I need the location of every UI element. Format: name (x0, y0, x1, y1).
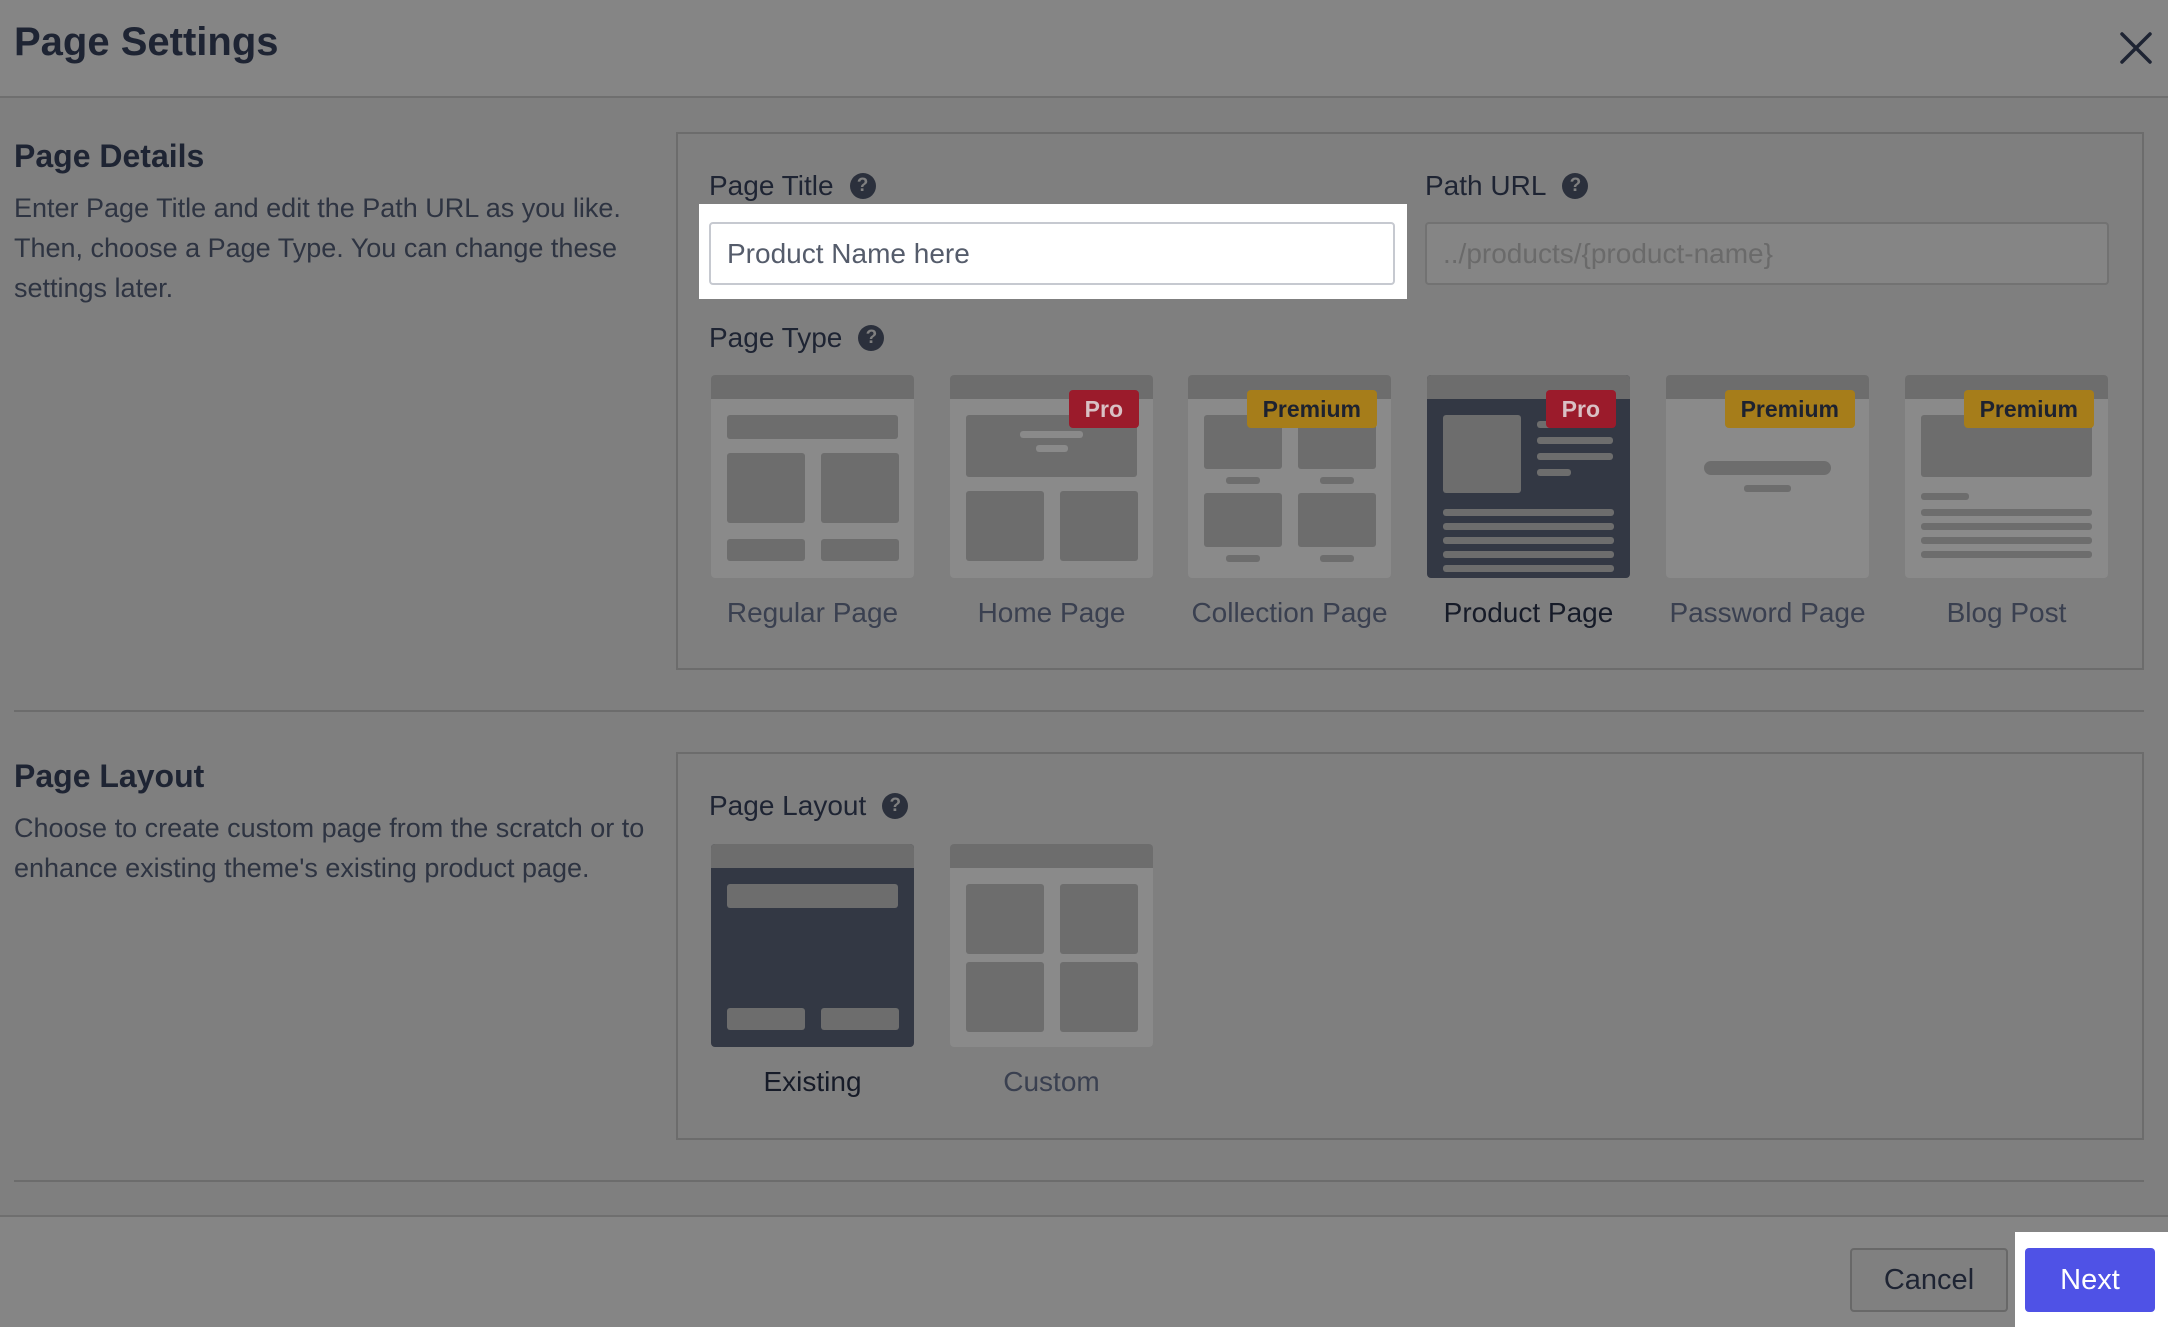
help-icon[interactable]: ? (1562, 173, 1589, 199)
page-type-label-row: Page Type ? (709, 320, 885, 356)
section-divider (14, 1180, 2144, 1182)
page-layout-description: Choose to create custom page from the sc… (14, 813, 645, 883)
page-type-collection[interactable]: Premium Collection Page (1188, 375, 1391, 628)
page-title-label-row: Page Title ? (709, 168, 876, 204)
dialog-title: Page Settings (14, 20, 279, 64)
cancel-button[interactable]: Cancel (1850, 1248, 2008, 1312)
dialog-header (0, 0, 2168, 98)
page-layout-label: Page Layout (709, 790, 867, 821)
path-url-label: Path URL (1425, 170, 1547, 201)
page-layout-label-row: Page Layout ? (709, 788, 909, 824)
section-divider (14, 710, 2144, 712)
path-url-input[interactable] (1425, 222, 2109, 285)
page-type-label: Page Type (709, 322, 843, 353)
pro-badge: Pro (1068, 390, 1139, 428)
page-title-input[interactable] (709, 222, 1395, 285)
existing-layout-thumbnail-icon (711, 844, 914, 1047)
premium-badge: Premium (1246, 390, 1377, 428)
layout-existing[interactable]: Existing (711, 844, 914, 1097)
premium-badge: Premium (1724, 390, 1855, 428)
help-icon[interactable]: ? (849, 173, 876, 199)
page-type-product[interactable]: Pro Product Page (1427, 375, 1630, 628)
page-type-regular[interactable]: Regular Page (711, 375, 914, 628)
page-type-home[interactable]: Pro Home Page (950, 375, 1153, 628)
layout-label: Custom (1003, 1066, 1100, 1097)
path-url-label-row: Path URL ? (1425, 168, 1589, 204)
next-button[interactable]: Next (2025, 1248, 2155, 1312)
page-type-password[interactable]: Premium Password Page (1666, 375, 1869, 628)
dialog-footer (0, 1215, 2168, 1327)
regular-page-thumbnail-icon (711, 375, 914, 578)
page-layout-heading: Page Layout (14, 758, 205, 794)
close-icon[interactable] (2114, 26, 2158, 70)
page-details-description: Enter Page Title and edit the Path URL a… (14, 193, 621, 303)
page-title-label: Page Title (709, 170, 834, 201)
premium-badge: Premium (1963, 390, 2094, 428)
page-details-heading: Page Details (14, 138, 205, 174)
custom-layout-thumbnail-icon (950, 844, 1153, 1047)
help-icon[interactable]: ? (882, 793, 909, 819)
page-type-label: Blog Post (1946, 597, 2067, 628)
layout-custom[interactable]: Custom (950, 844, 1153, 1097)
help-icon[interactable]: ? (858, 325, 885, 351)
page-type-blog[interactable]: Premium Blog Post (1905, 375, 2108, 628)
pro-badge: Pro (1545, 390, 1616, 428)
